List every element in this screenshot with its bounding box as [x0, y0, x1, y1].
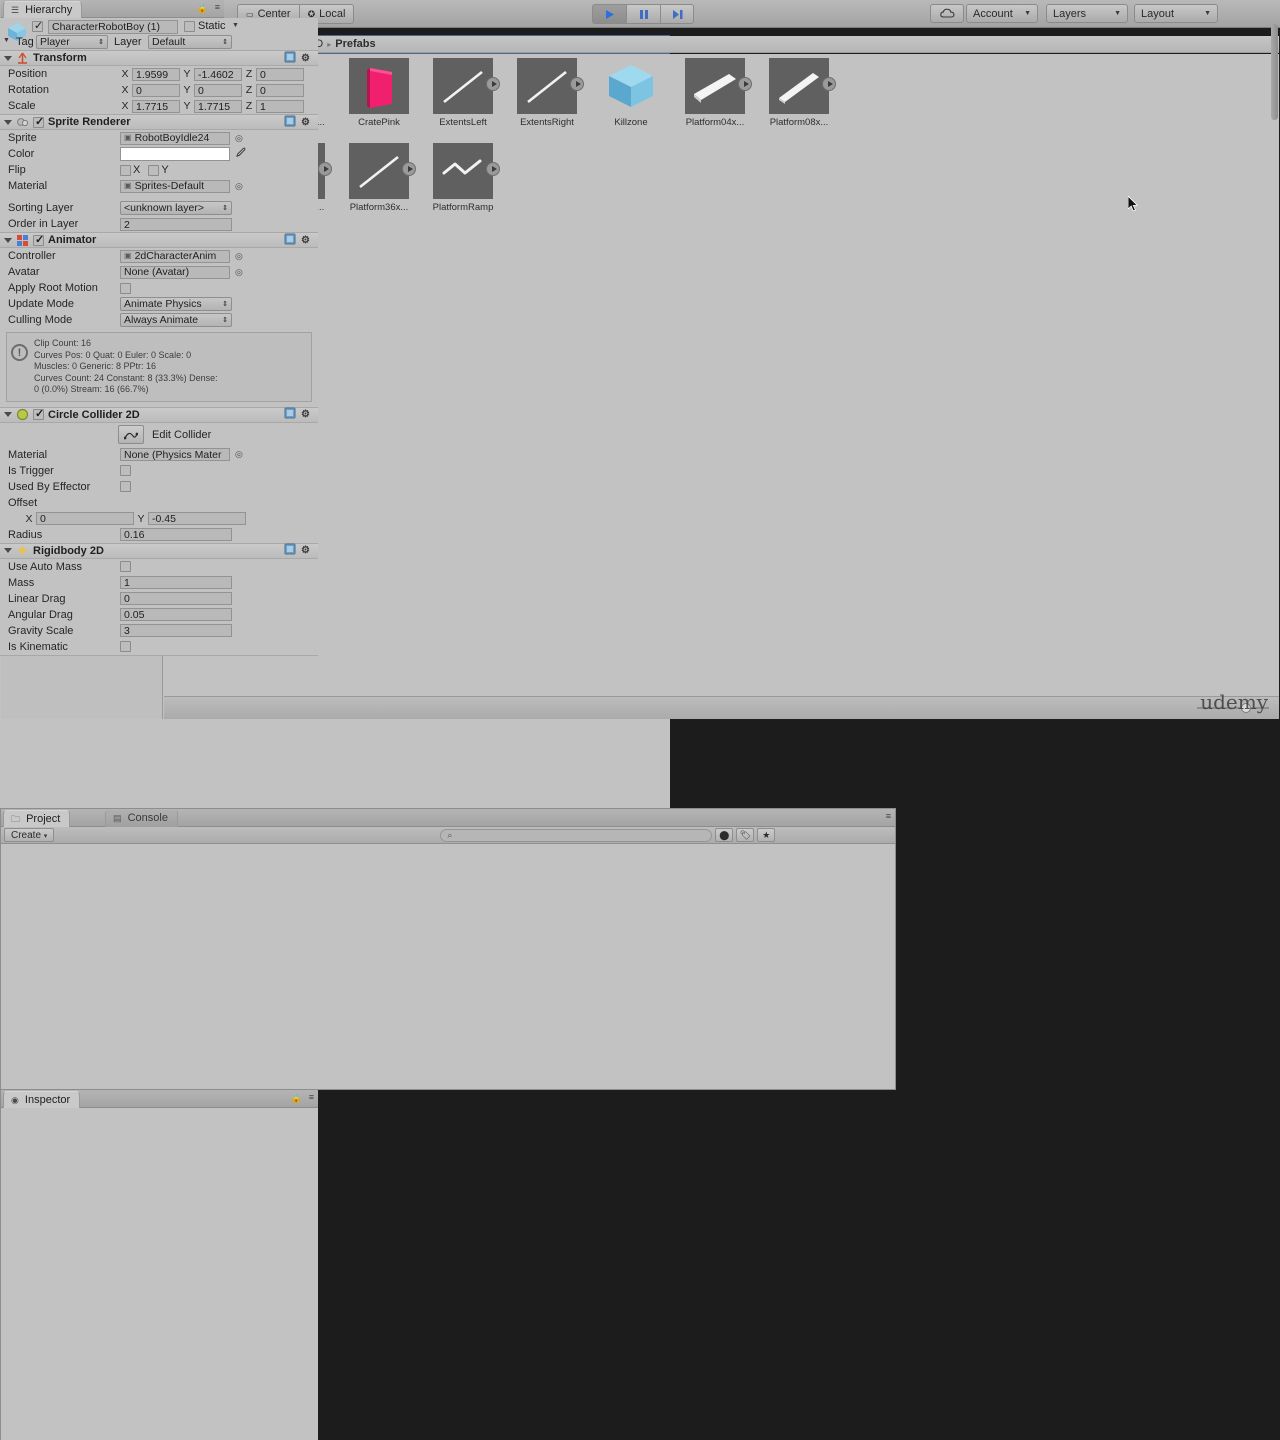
project-create-label: Create: [11, 830, 42, 841]
hierarchy-tab-label: Hierarchy: [25, 4, 73, 16]
star-icon: ★: [762, 829, 771, 840]
asset-item[interactable]: ExtentsRight: [506, 58, 588, 128]
filter-by-type-button[interactable]: ⬤: [715, 828, 734, 842]
breadcrumb: Assets▸Standard Assets▸2D▸Prefabs: [164, 36, 1279, 53]
project-footer: 人人素材: [164, 696, 1279, 719]
chevron-down-icon: ▾: [43, 833, 48, 840]
chevron-down-icon: ▼: [1114, 10, 1121, 17]
favorites-button[interactable]: ★: [757, 828, 776, 842]
tab-project[interactable]: 🗀 Project: [3, 810, 71, 827]
hierarchy-tabbar: ☰ Hierarchy 🔒 ≡: [1, 0, 224, 18]
prefab-expand-icon[interactable]: [318, 162, 332, 176]
asset-thumbnail: [769, 58, 836, 114]
console-icon: ▤: [113, 813, 122, 823]
play-button[interactable]: [592, 4, 626, 24]
breadcrumb-item[interactable]: Prefabs: [335, 38, 375, 50]
layout-dropdown[interactable]: Layout ▼: [1134, 4, 1218, 23]
asset-item[interactable]: Killzone: [590, 58, 672, 128]
inspector-icon: ◉: [11, 1095, 19, 1105]
asset-item[interactable]: CratePink: [338, 58, 420, 128]
prefab-expand-icon[interactable]: [402, 162, 416, 176]
label-filter-icon: 🏷: [739, 829, 752, 840]
cloud-button[interactable]: [930, 4, 964, 23]
project-search-input[interactable]: ⌕: [440, 828, 713, 842]
unity-editor-window: ✋✥⟳⛶▣ ▭ Center ✪ Local: [0, 0, 1280, 1440]
prefab-expand-icon[interactable]: [486, 77, 500, 91]
breadcrumb-separator: ▸: [327, 39, 332, 49]
layers-label: Layers: [1053, 7, 1087, 20]
asset-label: PlatformRamp: [432, 202, 494, 213]
asset-grid[interactable]: CharacterRo...CollisionSlid...CratePinkE…: [164, 54, 1279, 696]
prefab-expand-icon[interactable]: [738, 77, 752, 91]
playback-controls: [592, 4, 694, 24]
panel-menu-icon[interactable]: ≡: [886, 811, 891, 821]
hierarchy-icon: ☰: [11, 5, 20, 15]
asset-item[interactable]: PlatformRamp: [422, 143, 504, 213]
asset-label: Killzone: [614, 117, 648, 128]
asset-label: CratePink: [358, 117, 400, 128]
lock-icon[interactable]: 🔒: [197, 3, 208, 14]
tab-inspector[interactable]: ◉ Inspector: [3, 1091, 81, 1108]
inspector-panel: ◉ Inspector 🔒 ≡ ▼ CharacterRobotBoy (1): [0, 18, 1278, 1440]
project-toolbar: Create ▾ ⌕ ⬤ 🏷 ★: [1, 827, 895, 844]
asset-item[interactable]: Platform36x...: [338, 143, 420, 213]
step-button[interactable]: [660, 4, 694, 24]
asset-item[interactable]: Platform04x...: [674, 58, 756, 128]
asset-label: Platform04x...: [685, 117, 745, 128]
panel-menu-icon[interactable]: ≡: [309, 1092, 314, 1102]
console-tab-label: Console: [127, 812, 168, 824]
asset-thumbnail: [433, 143, 500, 199]
account-label: Account: [973, 7, 1013, 20]
lock-icon[interactable]: 🔒: [291, 1093, 302, 1104]
layout-label: Layout: [1141, 7, 1175, 20]
project-tabbar: 🗀 Project ▤ Console ≡: [1, 809, 895, 827]
space-label: Local: [319, 8, 346, 20]
asset-thumbnail: [601, 58, 661, 114]
panel-menu-icon[interactable]: ≡: [215, 2, 220, 12]
project-tab-label: Project: [26, 813, 61, 825]
search-icon: ⌕: [447, 829, 453, 840]
chevron-down-icon: ▼: [1204, 10, 1211, 17]
asset-item[interactable]: ExtentsLeft: [422, 58, 504, 128]
inspector-tab-label: Inspector: [24, 1094, 71, 1106]
tab-hierarchy[interactable]: ☰ Hierarchy: [3, 1, 83, 18]
type-filter-icon: ⬤: [719, 829, 730, 840]
asset-thumbnail: [685, 58, 752, 114]
asset-label: Platform36x...: [349, 202, 409, 213]
tab-console[interactable]: ▤ Console: [105, 810, 178, 827]
prefab-expand-icon[interactable]: [570, 77, 584, 91]
layers-dropdown[interactable]: Layers ▼: [1046, 4, 1128, 23]
folder-icon: 🗀: [11, 814, 21, 824]
account-dropdown[interactable]: Account ▼: [966, 4, 1038, 23]
asset-thumbnail: [517, 58, 584, 114]
asset-label: ExtentsRight: [520, 117, 574, 128]
asset-thumbnail: [433, 58, 500, 114]
prefab-expand-icon[interactable]: [822, 77, 836, 91]
prefab-expand-icon[interactable]: [486, 162, 500, 176]
project-panel: 🗀 Project ▤ Console ≡ Create ▾ ⌕ ⬤ 🏷 ★ ▸…: [0, 36, 1279, 1090]
pause-button[interactable]: [626, 4, 660, 24]
asset-item[interactable]: Platform08x...: [758, 58, 840, 128]
udemy-watermark: udemy: [1200, 690, 1268, 714]
asset-label: ExtentsLeft: [439, 117, 487, 128]
asset-label: Platform08x...: [769, 117, 829, 128]
inspector-tabbar: ◉ Inspector 🔒 ≡: [1, 1090, 318, 1108]
project-create-button[interactable]: Create ▾: [4, 828, 55, 842]
filter-by-label-button[interactable]: 🏷: [736, 828, 755, 842]
chevron-down-icon: ▼: [1024, 10, 1031, 17]
asset-thumbnail: [349, 143, 416, 199]
asset-thumbnail: [349, 58, 409, 114]
